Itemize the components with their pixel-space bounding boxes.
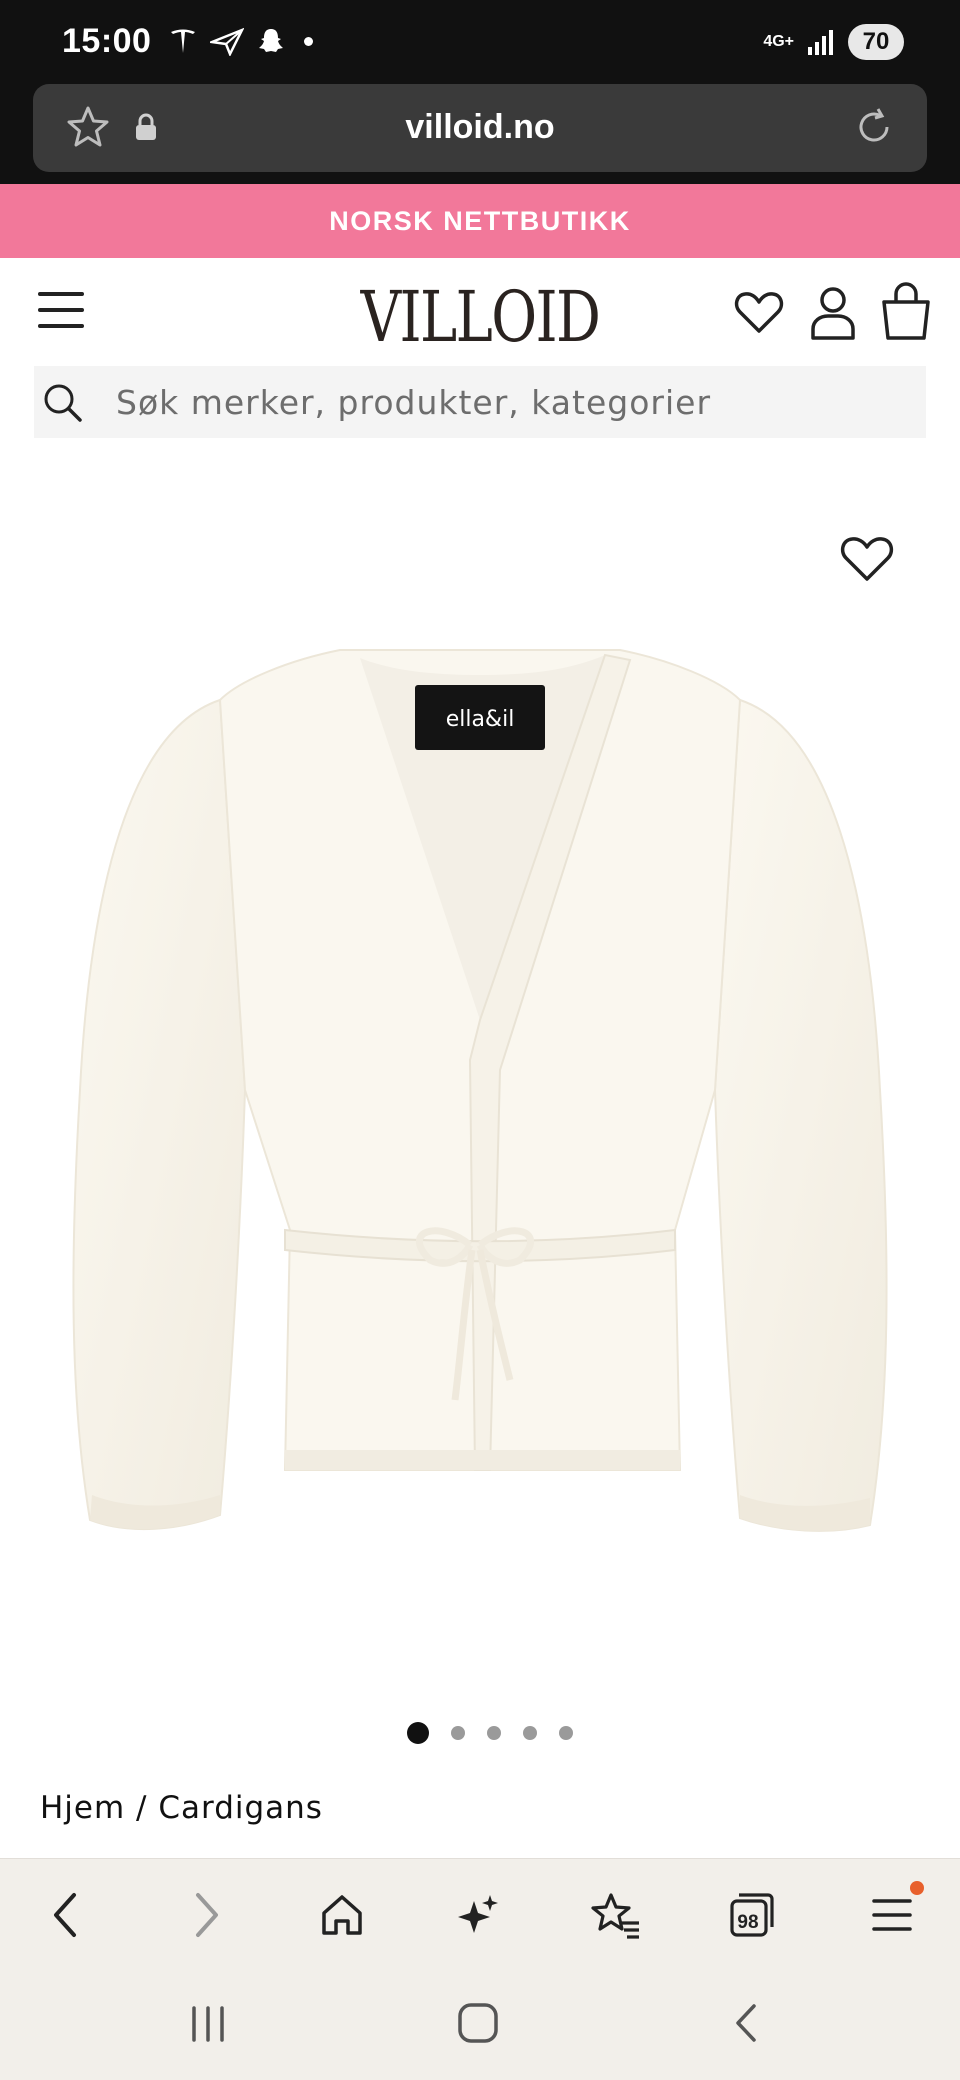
carousel-dot-4[interactable]: [523, 1726, 537, 1740]
status-time: 15:00: [62, 22, 152, 60]
carousel-dot-2[interactable]: [451, 1726, 465, 1740]
carousel-dot-1[interactable]: [407, 1722, 429, 1744]
search-bar[interactable]: [34, 366, 926, 438]
forward-button[interactable]: [180, 1889, 232, 1941]
status-bar: 15:00 4G+ 70: [0, 0, 960, 84]
search-input[interactable]: [116, 366, 906, 438]
bookmarks-icon: [591, 1893, 639, 1939]
home-button[interactable]: [316, 1889, 368, 1941]
ai-assistant-button[interactable]: [452, 1889, 504, 1941]
carousel-dot-5[interactable]: [559, 1726, 573, 1740]
system-icons: 4G+ 70: [763, 24, 904, 60]
shopping-bag-icon[interactable]: [880, 282, 932, 342]
browser-menu-button[interactable]: [866, 1881, 924, 1941]
home-icon: [322, 1895, 362, 1935]
sparkle-icon: [458, 1895, 498, 1933]
forward-icon: [196, 1893, 218, 1937]
menu-line: [38, 292, 84, 296]
system-navigation-bar: [0, 1970, 960, 2080]
hamburger-menu-button[interactable]: [38, 292, 84, 332]
battery-indicator: 70: [848, 24, 904, 60]
browser-toolbar: 98: [0, 1858, 960, 1970]
recent-apps-icon[interactable]: [188, 2000, 228, 2046]
back-button[interactable]: [40, 1889, 92, 1941]
product-favorite-heart-icon[interactable]: [838, 532, 896, 584]
account-user-icon[interactable]: [808, 283, 858, 341]
wishlist-heart-icon[interactable]: [732, 285, 786, 339]
breadcrumb[interactable]: Hjem / Cardigans: [40, 1790, 323, 1826]
reload-icon[interactable]: [851, 104, 897, 150]
signal-icon: [808, 30, 833, 55]
promo-banner[interactable]: NORSK NETTBUTIKK: [0, 184, 960, 258]
brand-label: ella&il: [446, 707, 515, 732]
carousel-dot-3[interactable]: [487, 1726, 501, 1740]
notification-icons: [168, 26, 313, 56]
back-nav-icon[interactable]: [728, 2000, 764, 2046]
search-icon: [44, 384, 82, 422]
address-bar[interactable]: villoid.no: [33, 84, 927, 172]
home-nav-icon[interactable]: [456, 2000, 500, 2046]
back-icon: [54, 1893, 76, 1937]
menu-line: [38, 308, 84, 312]
tabs-count: 98: [737, 1912, 759, 1933]
tabs-button[interactable]: 98: [726, 1889, 778, 1941]
notification-badge: [910, 1881, 924, 1895]
site-header: VILLOID: [0, 258, 960, 368]
bookmarks-button[interactable]: [590, 1889, 642, 1941]
snapchat-icon: [259, 29, 283, 52]
tesla-icon: [171, 29, 195, 53]
menu-icon: [872, 1899, 912, 1931]
browser-address-area: villoid.no: [0, 84, 960, 184]
image-carousel-dots: [0, 1722, 960, 1744]
url-text[interactable]: villoid.no: [33, 108, 927, 147]
product-image[interactable]: ella&il: [70, 640, 890, 1550]
plane-icon: [210, 27, 244, 56]
header-actions: [732, 282, 932, 342]
network-type: 4G+: [763, 33, 794, 50]
more-dot: [304, 36, 313, 46]
menu-line: [38, 324, 84, 328]
